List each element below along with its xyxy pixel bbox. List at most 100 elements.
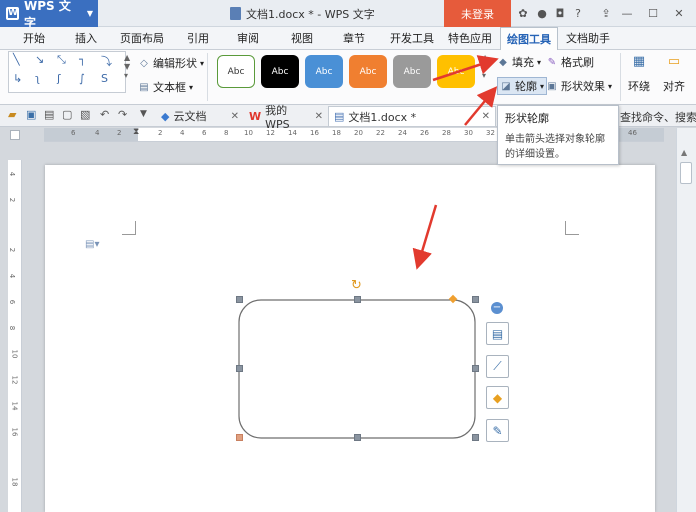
resize-handle-top-left[interactable] [236, 296, 243, 303]
fill-button[interactable]: ◆ 填充 ▾ [497, 53, 541, 71]
title-bar: W WPS 文字 ▼ 文档1.docx * - WPS 文字 未登录 ✿ ● ◘… [0, 0, 696, 30]
indent-marker-icon[interactable]: ⧗ [133, 127, 139, 137]
scroll-thumb[interactable] [680, 162, 692, 184]
ruler-number: 4 [180, 129, 185, 137]
paragraph-layout-icon[interactable]: ▤▾ [85, 239, 99, 250]
resize-handle-left[interactable] [236, 365, 243, 372]
ruler-number: 32 [486, 129, 495, 137]
wrap-button[interactable]: ▦ 环绕 [624, 54, 654, 100]
edit-points-icon[interactable]: ⟋ [486, 355, 509, 378]
tab-document1[interactable]: ▤ 文档1.docx * ✕ [328, 106, 496, 126]
settings-icon[interactable]: ● [535, 6, 549, 20]
format-painter-button[interactable]: ✎ 格式刷 [546, 53, 594, 71]
open-folder-icon[interactable]: ▰ [8, 108, 16, 121]
tab-page-layout[interactable]: 页面布局 [116, 27, 168, 50]
ruler-corner[interactable] [10, 130, 20, 140]
layout-options-icon[interactable]: ▤ [486, 322, 509, 345]
help-icon[interactable]: ? [571, 6, 585, 20]
curve-double-icon[interactable]: ∫ [79, 72, 85, 85]
ruler-number: 8 [224, 129, 229, 137]
elbow-double-icon[interactable]: ↳ [13, 72, 22, 85]
resize-handle-top[interactable] [354, 296, 361, 303]
login-button[interactable]: 未登录 [444, 0, 511, 27]
double-arrow-icon[interactable]: ⤡ [57, 53, 66, 67]
elbow-connector-icon[interactable]: ┐ [79, 53, 86, 66]
app-menu-button[interactable]: W WPS 文字 ▼ [0, 0, 98, 30]
redo-icon[interactable]: ↷ [118, 108, 127, 121]
style-sample-5[interactable]: Abc [393, 55, 431, 88]
style-sample-2[interactable]: Abc [261, 55, 299, 88]
elbow-arrow-icon[interactable]: ⤵ [101, 53, 112, 69]
vertical-ruler[interactable]: 4 2 2 4 6 8 10 12 14 16 18 [8, 160, 22, 512]
quick-access-dropdown-icon[interactable]: ▼ [140, 109, 147, 119]
tab-cloud-docs[interactable]: ◆ 云文档 ✕ [156, 106, 244, 126]
ruler-number: 28 [442, 129, 451, 137]
close-tab-icon[interactable]: ✕ [315, 111, 323, 122]
export-icon[interactable]: ▧ [80, 108, 90, 121]
edit-shape-button[interactable]: ◇ 编辑形状 ▾ [138, 54, 204, 72]
ruler-number: 18 [332, 129, 341, 137]
style-sample-1[interactable]: Abc [217, 55, 255, 88]
outline-icon: ◪ [501, 80, 511, 92]
tab-view[interactable]: 视图 [282, 27, 322, 50]
rounded-rectangle-shape[interactable] [231, 292, 481, 444]
align-button[interactable]: ▭ 对齐 [656, 54, 692, 100]
scroll-up-icon[interactable]: ▲ [681, 148, 687, 157]
resize-handle-bottom[interactable] [354, 434, 361, 441]
style-sample-6[interactable]: Abc [437, 55, 475, 88]
curve-icon[interactable]: ʅ [35, 72, 40, 85]
tab-my-wps[interactable]: W 我的WPS ✕ [244, 104, 328, 131]
ruler-number: 30 [464, 129, 473, 137]
wrap-label: 环绕 [628, 80, 650, 93]
outline-button[interactable]: ◪ 轮廓 ▾ [497, 77, 548, 95]
ruler-margin-left [44, 128, 138, 141]
shape-effect-button[interactable]: ▣ 形状效果 ▾ [546, 77, 612, 95]
style-scroll-icon[interactable]: ▲ ▼ ▾ [482, 53, 488, 80]
close-tab-icon[interactable]: ✕ [482, 111, 490, 122]
arrow-line-icon[interactable]: ↘ [35, 53, 44, 66]
line-icon[interactable]: ╲ [13, 53, 20, 66]
rotate-handle-icon[interactable]: ↻ [351, 278, 362, 293]
text-box-button[interactable]: ▤ 文本框 ▾ [138, 78, 193, 96]
tab-doc-assistant[interactable]: 文档助手 [562, 27, 614, 50]
print-icon[interactable]: ▤ [44, 108, 54, 121]
tab-insert[interactable]: 插入 [66, 27, 106, 50]
search-command-input[interactable]: 查找命令、搜索模板 [620, 109, 696, 125]
tooltip-description: 单击箭头选择对象轮廓 [505, 134, 605, 145]
document-page[interactable]: ▤▾ ↻ − ▤ ⟋ ◆ ✎ [45, 165, 655, 512]
resize-handle-bottom-left[interactable] [236, 434, 243, 441]
style-sample-4[interactable]: Abc [349, 55, 387, 88]
tab-drawing-tools[interactable]: 绘图工具 [500, 27, 558, 50]
maximize-icon[interactable]: ☐ [646, 6, 660, 20]
shape-outline-icon[interactable]: ✎ [486, 419, 509, 442]
tab-review[interactable]: 审阅 [228, 27, 268, 50]
line-shape-gallery[interactable]: ╲ ↘ ⤡ ┐ ⤵ ↳ ʅ ʃ ∫ S [8, 51, 126, 93]
ruler-number: 8 [8, 325, 17, 331]
resize-handle-top-right[interactable] [472, 296, 479, 303]
curve-arrow-icon[interactable]: ʃ [57, 72, 61, 85]
close-icon[interactable]: ✕ [672, 6, 686, 20]
freeform-icon[interactable]: S [101, 72, 108, 85]
tab-special[interactable]: 特色应用 [444, 27, 496, 50]
resize-handle-bottom-right[interactable] [472, 434, 479, 441]
tab-references[interactable]: 引用 [178, 27, 218, 50]
tab-developer[interactable]: 开发工具 [386, 27, 438, 50]
ribbon: ╲ ↘ ⤡ ┐ ⤵ ↳ ʅ ʃ ∫ S ▲ ▼ ▾ ◇ 编辑形状 ▾ ▤ 文本框 ▾… [0, 50, 696, 105]
preview-icon[interactable]: ▢ [62, 108, 72, 121]
tab-chapter[interactable]: 章节 [334, 27, 374, 50]
close-tab-icon[interactable]: ✕ [231, 111, 239, 122]
pin-icon[interactable]: ⇪ [599, 6, 613, 20]
feedback-icon[interactable]: ◘ [553, 6, 567, 20]
gallery-scroll-icon[interactable]: ▲ ▼ ▾ [124, 53, 130, 80]
save-icon[interactable]: ▣ [26, 108, 36, 121]
ruler-number: 26 [420, 129, 429, 137]
undo-icon[interactable]: ↶ [100, 108, 109, 121]
minimize-icon[interactable]: — [620, 6, 634, 20]
tab-home[interactable]: 开始 [14, 27, 54, 50]
style-sample-3[interactable]: Abc [305, 55, 343, 88]
collapse-icon[interactable]: − [491, 302, 503, 314]
shape-fill-icon[interactable]: ◆ [486, 386, 509, 409]
vertical-scrollbar[interactable]: ▲ [676, 128, 696, 512]
resize-handle-right[interactable] [472, 365, 479, 372]
skin-icon[interactable]: ✿ [516, 6, 530, 20]
